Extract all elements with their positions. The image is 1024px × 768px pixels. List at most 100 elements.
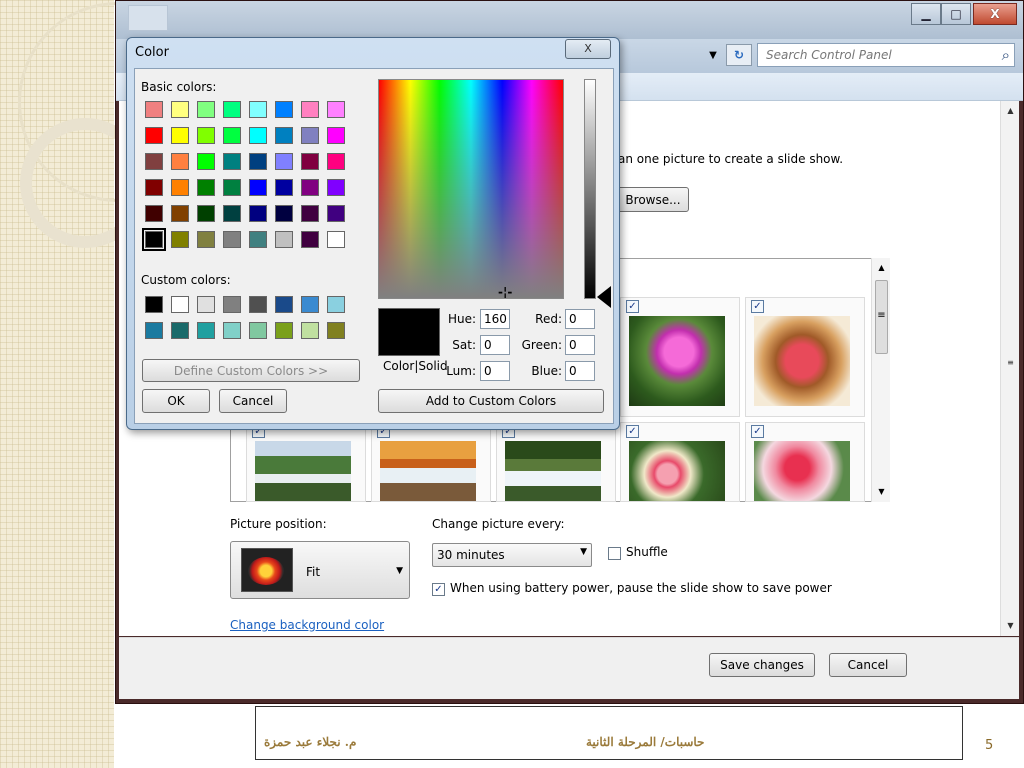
custom-color-swatch[interactable]	[145, 322, 163, 339]
define-custom-colors-button[interactable]: Define Custom Colors >>	[142, 359, 360, 382]
minimize-button[interactable]: ▁	[911, 3, 941, 25]
picture-tile[interactable]: ✓	[745, 422, 865, 502]
scroll-up-icon[interactable]: ▲	[1001, 103, 1020, 119]
close-button[interactable]: X	[973, 3, 1017, 25]
basic-color-swatch[interactable]	[171, 127, 189, 144]
change-every-select[interactable]: 30 minutes ▼	[432, 543, 592, 567]
save-changes-button[interactable]: Save changes	[709, 653, 815, 677]
sat-input[interactable]	[480, 335, 510, 355]
basic-color-swatch[interactable]	[171, 205, 189, 222]
basic-color-swatch[interactable]	[249, 153, 267, 170]
basic-color-swatch[interactable]	[142, 228, 166, 251]
basic-color-swatch[interactable]	[197, 231, 215, 248]
basic-color-swatch[interactable]	[223, 101, 241, 118]
picture-tile[interactable]: ✓	[745, 297, 865, 417]
picture-tile[interactable]: ✓	[246, 422, 366, 502]
basic-color-swatch[interactable]	[301, 205, 319, 222]
picture-tile[interactable]: ✓	[371, 422, 491, 502]
basic-color-swatch[interactable]	[301, 179, 319, 196]
custom-color-swatch[interactable]	[275, 296, 293, 313]
add-to-custom-colors-button[interactable]: Add to Custom Colors	[378, 389, 604, 413]
browse-button[interactable]: Browse...	[617, 187, 689, 212]
picture-checkbox[interactable]: ✓	[751, 425, 764, 438]
basic-color-swatch[interactable]	[171, 153, 189, 170]
basic-color-swatch[interactable]	[301, 127, 319, 144]
basic-color-swatch[interactable]	[223, 153, 241, 170]
custom-color-swatch[interactable]	[327, 296, 345, 313]
custom-color-swatch[interactable]	[145, 296, 163, 313]
basic-color-swatch[interactable]	[145, 205, 163, 222]
basic-color-swatch[interactable]	[223, 127, 241, 144]
luminance-slider-arrow-icon[interactable]	[597, 286, 611, 308]
basic-color-swatch[interactable]	[171, 231, 189, 248]
basic-color-swatch[interactable]	[301, 231, 319, 248]
picture-checkbox[interactable]: ✓	[626, 300, 639, 313]
basic-color-swatch[interactable]	[327, 205, 345, 222]
maximize-button[interactable]: □	[941, 3, 971, 25]
picture-position-dropdown[interactable]: Fit ▼	[230, 541, 410, 599]
luminance-bar[interactable]	[584, 79, 596, 299]
basic-color-swatch[interactable]	[275, 127, 293, 144]
custom-color-swatch[interactable]	[223, 296, 241, 313]
picture-checkbox[interactable]: ✓	[626, 425, 639, 438]
color-dialog-close-button[interactable]: X	[565, 39, 611, 59]
basic-color-swatch[interactable]	[275, 179, 293, 196]
scroll-down-icon[interactable]: ▼	[1001, 618, 1020, 634]
picture-tile[interactable]: ✓	[496, 422, 616, 502]
basic-color-swatch[interactable]	[249, 179, 267, 196]
basic-color-swatch[interactable]	[275, 205, 293, 222]
basic-color-swatch[interactable]	[249, 205, 267, 222]
basic-color-swatch[interactable]	[145, 153, 163, 170]
basic-color-swatch[interactable]	[327, 101, 345, 118]
custom-color-swatch[interactable]	[301, 296, 319, 313]
custom-color-swatch[interactable]	[301, 322, 319, 339]
custom-color-swatch[interactable]	[249, 296, 267, 313]
pictures-scrollbar[interactable]: ▲ ≡ ▼	[871, 258, 890, 502]
custom-color-swatch[interactable]	[197, 296, 215, 313]
custom-color-swatch[interactable]	[171, 322, 189, 339]
basic-color-swatch[interactable]	[145, 127, 163, 144]
basic-color-swatch[interactable]	[327, 153, 345, 170]
pictures-scroll-up-icon[interactable]: ▲	[872, 260, 891, 276]
main-scrollbar[interactable]: ▲ ≡ ▼	[1000, 101, 1019, 636]
color-dialog-cancel-button[interactable]: Cancel	[219, 389, 287, 413]
ok-button[interactable]: OK	[142, 389, 210, 413]
basic-color-swatch[interactable]	[275, 101, 293, 118]
custom-color-swatch[interactable]	[249, 322, 267, 339]
refresh-icon[interactable]: ↻	[726, 44, 752, 66]
cancel-button[interactable]: Cancel	[829, 653, 907, 677]
basic-color-swatch[interactable]	[275, 231, 293, 248]
search-icon[interactable]: ⌕	[1002, 46, 1010, 64]
custom-color-swatch[interactable]	[197, 322, 215, 339]
custom-color-swatch[interactable]	[171, 296, 189, 313]
spectrum-crosshair-icon[interactable]: -¦-	[498, 285, 512, 299]
basic-color-swatch[interactable]	[223, 205, 241, 222]
search-input[interactable]	[764, 45, 984, 65]
pictures-scroll-down-icon[interactable]: ▼	[872, 484, 891, 500]
blue-input[interactable]	[565, 361, 595, 381]
picture-checkbox[interactable]: ✓	[751, 300, 764, 313]
basic-color-swatch[interactable]	[197, 205, 215, 222]
basic-color-swatch[interactable]	[301, 153, 319, 170]
red-input[interactable]	[565, 309, 595, 329]
basic-color-swatch[interactable]	[249, 101, 267, 118]
green-input[interactable]	[565, 335, 595, 355]
battery-checkbox[interactable]: ✓	[432, 583, 445, 596]
basic-color-swatch[interactable]	[197, 127, 215, 144]
basic-color-swatch[interactable]	[249, 127, 267, 144]
custom-color-swatch[interactable]	[327, 322, 345, 339]
hue-input[interactable]	[480, 309, 510, 329]
basic-color-swatch[interactable]	[197, 101, 215, 118]
picture-tile[interactable]: ✓	[620, 422, 740, 502]
custom-color-swatch[interactable]	[223, 322, 241, 339]
custom-color-swatch[interactable]	[275, 322, 293, 339]
basic-color-swatch[interactable]	[145, 179, 163, 196]
basic-color-swatch[interactable]	[145, 101, 163, 118]
basic-color-swatch[interactable]	[327, 127, 345, 144]
picture-tile[interactable]: ✓	[620, 297, 740, 417]
change-background-color-link[interactable]: Change background color	[230, 618, 384, 632]
basic-color-swatch[interactable]	[171, 179, 189, 196]
basic-color-swatch[interactable]	[249, 231, 267, 248]
basic-color-swatch[interactable]	[223, 231, 241, 248]
basic-color-swatch[interactable]	[171, 101, 189, 118]
